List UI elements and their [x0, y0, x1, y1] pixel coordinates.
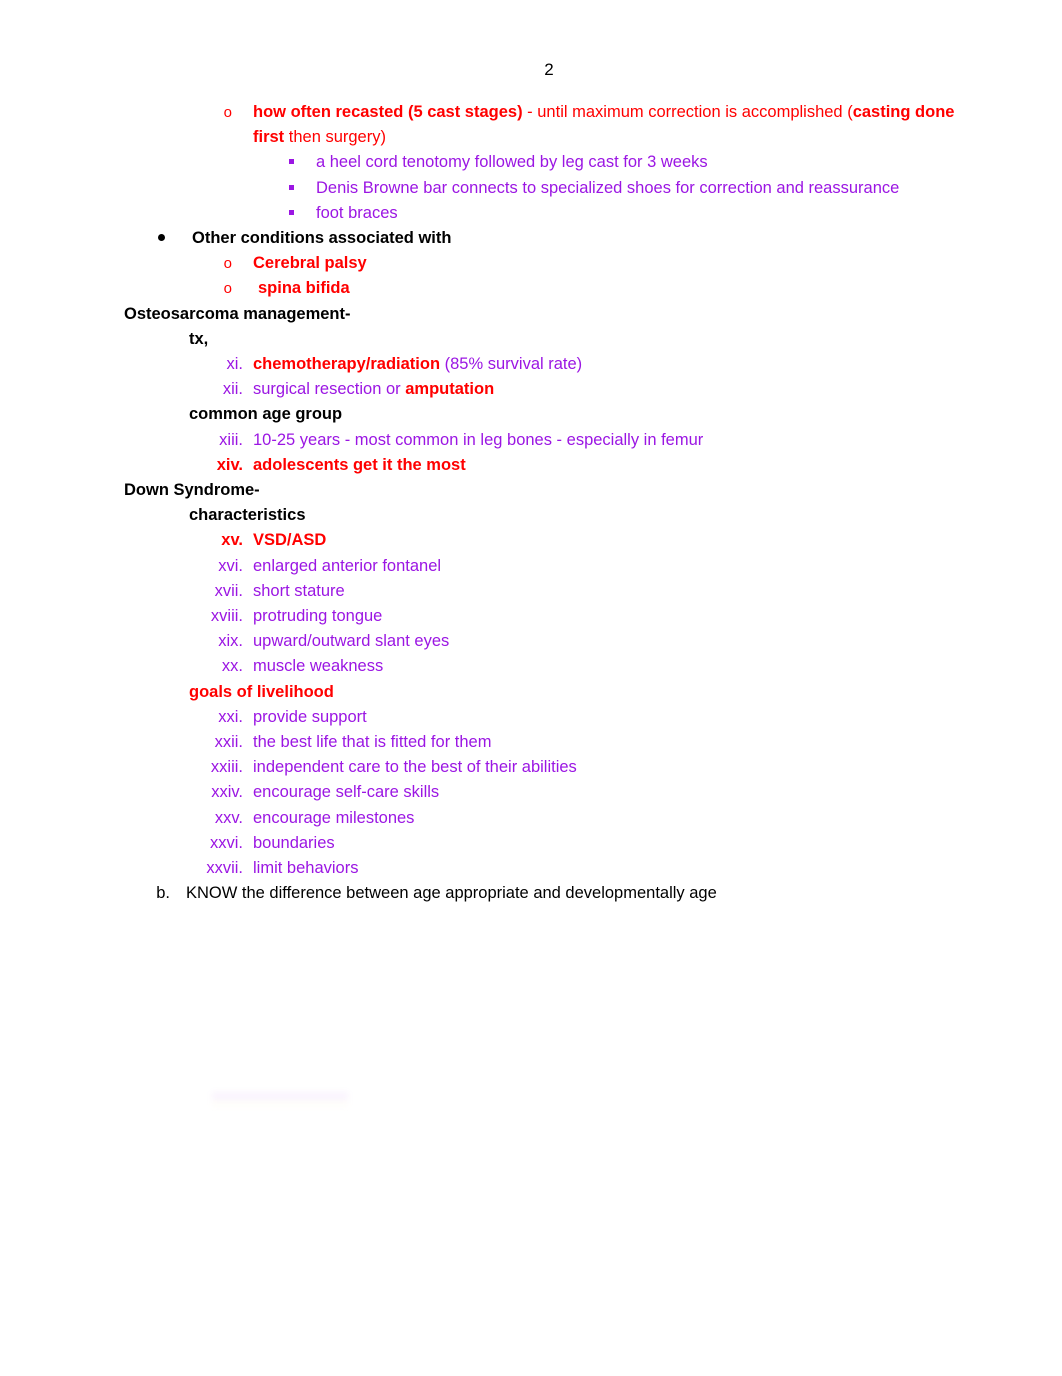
heading-down-syndrome: Down Syndrome- — [124, 481, 260, 500]
letter-marker-b: b. — [156, 884, 170, 903]
recast-bold-lead: how often recasted (5 cast stages) — [253, 103, 523, 121]
list-item-vsd-asd: xv. VSD/ASD — [0, 528, 1062, 553]
roman-numeral-xxii: xxii. — [214, 733, 243, 752]
roman-numeral-xviii: xviii. — [210, 607, 243, 626]
milestones-text: encourage milestones — [253, 808, 415, 827]
roman-numeral-xv: xv. — [221, 531, 243, 550]
list-item-chemotherapy: xi. chemotherapy/radiation (85% survival… — [0, 352, 1062, 377]
foot-braces-text: foot braces — [316, 203, 398, 222]
roman-numeral-xxiii: xxiii. — [210, 758, 243, 777]
spina-bifida-text: spina bifida — [258, 279, 350, 298]
document-body: o how often recasted (5 cast stages) - u… — [0, 100, 1062, 907]
other-conditions-heading: Other conditions associated with — [192, 229, 452, 248]
adolescents-text: adolescents get it the most — [253, 455, 466, 474]
roman-numeral-xii: xii. — [222, 380, 243, 399]
amputation-bold: amputation — [405, 380, 495, 399]
roman-numeral-xx: xx. — [221, 657, 243, 676]
circle-bullet-icon: o — [223, 280, 232, 298]
heading-osteosarcoma: Osteosarcoma management- — [124, 304, 351, 323]
roman-numeral-xix: xix. — [218, 632, 243, 651]
list-item-enlarged-fontanel: xvi. enlarged anterior fontanel — [0, 554, 1062, 579]
roman-numeral-xiii: xiii. — [219, 430, 243, 449]
denis-browne-text: Denis Browne bar connects to specialized… — [316, 178, 900, 197]
list-item-know-difference: b. KNOW the difference between age appro… — [0, 881, 1062, 906]
list-item-slant-eyes: xix. upward/outward slant eyes — [0, 629, 1062, 654]
list-item-independent-care: xxiii. independent care to the best of t… — [0, 755, 1062, 780]
surgical-resection-text: surgical resection or amputation — [243, 377, 1062, 402]
vsd-asd-text: VSD/ASD — [253, 531, 327, 550]
chemotherapy-rate: (85% survival rate) — [440, 355, 583, 374]
tenotomy-text: a heel cord tenotomy followed by leg cas… — [316, 153, 708, 172]
disc-bullet-icon — [0, 226, 192, 251]
boundaries-text: boundaries — [253, 833, 335, 852]
page-number: 2 — [0, 60, 1062, 80]
list-item-denis-browne-bar: Denis Browne bar connects to specialized… — [0, 176, 1062, 201]
age-range-text: 10-25 years - most common in leg bones -… — [253, 430, 704, 449]
roman-numeral-xvii: xvii. — [214, 581, 243, 600]
list-item-boundaries: xxvi. boundaries — [0, 831, 1062, 856]
roman-numeral-xvi: xvi. — [218, 556, 243, 575]
page-number-value: 2 — [544, 60, 554, 79]
muscle-weakness-text: muscle weakness — [253, 657, 384, 676]
provide-support-text: provide support — [253, 707, 367, 726]
square-bullet-icon — [0, 176, 316, 201]
list-item-age-range: xiii. 10-25 years - most common in leg b… — [0, 428, 1062, 453]
list-item-cerebral-palsy: o Cerebral palsy — [0, 251, 1062, 276]
roman-numeral-xxv: xxv. — [214, 808, 243, 827]
chemotherapy-bold: chemotherapy/radiation — [253, 355, 441, 374]
subheading-characteristics: characteristics — [189, 506, 306, 525]
roman-numeral-xxiv: xxiv. — [211, 783, 243, 802]
know-difference-text: KNOW the difference between age appropri… — [186, 884, 717, 903]
surgical-resection-lead: surgical resection or — [253, 380, 406, 399]
roman-numeral-xxvii: xxvii. — [206, 859, 243, 878]
roman-numeral-xxi: xxi. — [218, 707, 243, 726]
list-item-milestones: xxv. encourage milestones — [0, 806, 1062, 831]
list-item-protruding-tongue: xviii. protruding tongue — [0, 604, 1062, 629]
roman-numeral-xxvi: xxvi. — [210, 833, 243, 852]
circle-bullet-icon: o — [223, 104, 232, 121]
recast-end: then surgery) — [284, 128, 386, 147]
chemotherapy-text: chemotherapy/radiation (85% survival rat… — [243, 352, 1062, 377]
short-stature-text: short stature — [253, 581, 345, 600]
square-bullet-icon — [0, 150, 316, 175]
list-item-tenotomy: a heel cord tenotomy followed by leg cas… — [0, 150, 1062, 175]
roman-numeral-xiv: xiv. — [216, 455, 243, 474]
list-item-short-stature: xvii. short stature — [0, 579, 1062, 604]
list-item-self-care-skills: xxiv. encourage self-care skills — [0, 780, 1062, 805]
recast-mid: - until maximum correction is accomplish… — [522, 103, 853, 121]
self-care-skills-text: encourage self-care skills — [253, 783, 440, 802]
slant-eyes-text: upward/outward slant eyes — [253, 632, 450, 651]
scan-artifact — [212, 1092, 348, 1108]
list-item-spina-bifida: o spina bifida — [0, 276, 1062, 301]
list-item-recast: o how often recasted (5 cast stages) - u… — [0, 100, 1062, 150]
list-item-other-conditions: Other conditions associated with — [0, 226, 1062, 251]
list-item-limit-behaviors: xxvii. limit behaviors — [0, 856, 1062, 881]
enlarged-fontanel-text: enlarged anterior fontanel — [253, 556, 442, 575]
best-life-text: the best life that is fitted for them — [253, 733, 492, 752]
list-item-foot-braces: foot braces — [0, 201, 1062, 226]
list-item-provide-support: xxi. provide support — [0, 705, 1062, 730]
square-bullet-icon — [0, 201, 316, 226]
limit-behaviors-text: limit behaviors — [253, 859, 359, 878]
circle-bullet-icon: o — [223, 255, 232, 273]
cerebral-palsy-text: Cerebral palsy — [253, 254, 367, 273]
recast-text: how often recasted (5 cast stages) - unt… — [253, 100, 1062, 150]
list-item-adolescents: xiv. adolescents get it the most — [0, 453, 1062, 478]
list-item-best-life: xxii. the best life that is fitted for t… — [0, 730, 1062, 755]
subheading-tx: tx, — [189, 329, 209, 348]
document-page: 2 o how often recasted (5 cast stages) -… — [0, 0, 1062, 1376]
independent-care-text: independent care to the best of their ab… — [253, 758, 577, 777]
roman-numeral-xi: xi. — [226, 355, 244, 374]
protruding-tongue-text: protruding tongue — [253, 607, 383, 626]
subheading-goals-of-livelihood: goals of livelihood — [189, 682, 334, 701]
list-item-surgical-resection: xii. surgical resection or amputation — [0, 377, 1062, 402]
list-item-muscle-weakness: xx. muscle weakness — [0, 654, 1062, 679]
subheading-common-age-group: common age group — [189, 405, 343, 424]
